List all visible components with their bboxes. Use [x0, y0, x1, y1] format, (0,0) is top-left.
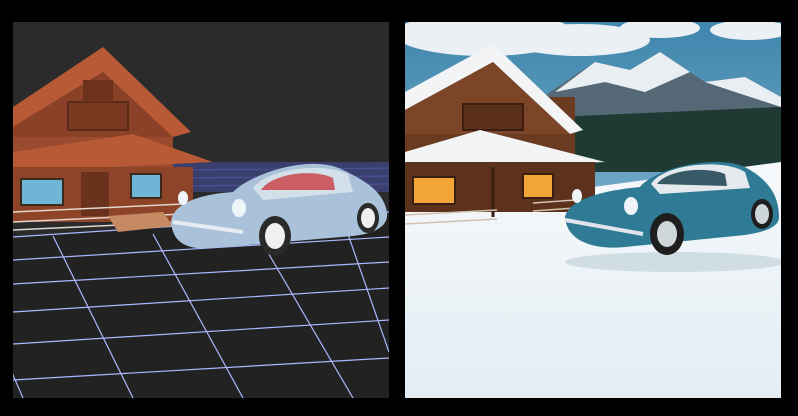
- viewport-scene: [13, 22, 389, 398]
- comparison-canvas: { "figure": { "panels": [ { "id": "left"…: [0, 0, 798, 416]
- photoreal-render-panel: [405, 22, 781, 398]
- photoreal-scene: [405, 22, 781, 398]
- viewport-render-panel: [13, 22, 389, 398]
